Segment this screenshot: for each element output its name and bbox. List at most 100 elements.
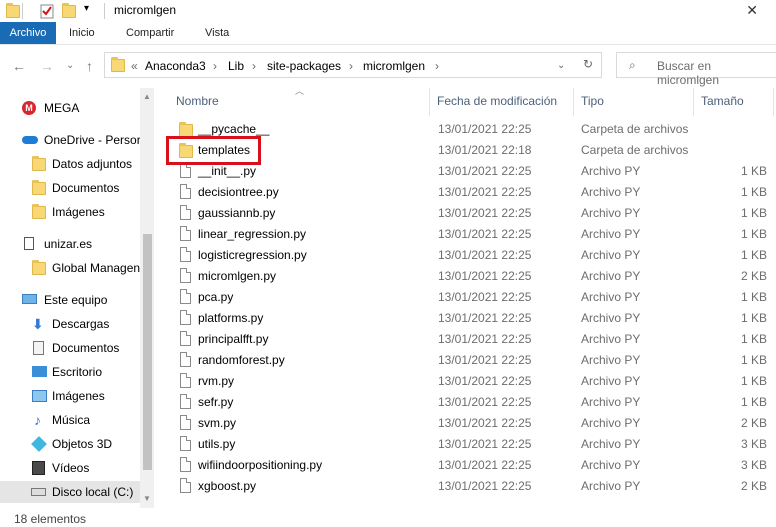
nav-label: Escritorio (52, 365, 103, 379)
table-row[interactable]: svm.py 13/01/2021 22:25 Archivo PY 2 KB (163, 413, 776, 434)
status-item-count: 18 elementos (14, 512, 87, 526)
video-icon (32, 461, 45, 475)
file-name: __pycache__ (198, 122, 270, 136)
nav-item-documentos[interactable]: Documentos (0, 177, 140, 199)
tab-compartir[interactable]: Compartir (126, 22, 174, 44)
nav-label: Global Managen (52, 261, 140, 275)
back-arrow-icon[interactable]: ← (12, 58, 26, 74)
nav-item-objetos-3d[interactable]: Objetos 3D (0, 433, 140, 455)
nav-item-descargas[interactable]: ⬇ Descargas (0, 313, 140, 335)
nav-scrollbar-thumb[interactable] (143, 234, 152, 470)
table-row[interactable]: xgboost.py 13/01/2021 22:25 Archivo PY 2 KB (163, 476, 776, 497)
nav-item-mega[interactable]: M MEGA (0, 97, 140, 119)
forward-arrow-icon[interactable]: → (40, 58, 54, 74)
refresh-icon[interactable]: ↻ (583, 57, 593, 71)
chevron-right-icon[interactable]: › (252, 59, 256, 73)
table-row[interactable]: sefr.py 13/01/2021 22:25 Archivo PY 1 KB (163, 392, 776, 413)
nav-item-videos[interactable]: Vídeos (0, 457, 140, 479)
column-header-size[interactable]: Tamaño (701, 94, 744, 108)
nav-item-musica[interactable]: ♪ Música (0, 409, 140, 431)
table-row[interactable]: platforms.py 13/01/2021 22:25 Archivo PY 1 … (163, 308, 776, 329)
tab-inicio[interactable]: Inicio (69, 22, 95, 44)
close-icon[interactable]: ✕ (746, 2, 758, 19)
file-date: 13/01/2021 22:25 (438, 374, 532, 388)
overflow-icon[interactable]: « (131, 59, 138, 73)
nav-item-documentos-pc[interactable]: Documentos (0, 337, 140, 359)
nav-item-imagenes-pc[interactable]: Imágenes (0, 385, 140, 407)
file-size: 3 KB (740, 458, 767, 472)
file-icon (180, 205, 191, 220)
nav-item-imagenes[interactable]: Imágenes (0, 201, 140, 223)
file-type: Archivo PY (581, 206, 641, 220)
chevron-right-icon[interactable]: › (349, 59, 353, 73)
file-type: Archivo PY (581, 269, 641, 283)
nav-item-disco-local[interactable]: Disco local (C:) (0, 481, 140, 503)
file-type: Archivo PY (581, 437, 641, 451)
column-header-type[interactable]: Tipo (581, 94, 604, 108)
table-row[interactable]: principalfft.py 13/01/2021 22:25 Archivo P… (163, 329, 776, 350)
nav-item-unizar[interactable]: unizar.es (0, 233, 140, 255)
download-icon: ⬇ (32, 316, 44, 332)
file-icon (180, 289, 191, 304)
file-name: logisticregression.py (198, 248, 307, 262)
breadcrumb-anaconda3[interactable]: Anaconda3 (145, 59, 206, 73)
column-divider[interactable] (429, 88, 430, 116)
column-header-date[interactable]: Fecha de modificación (437, 94, 557, 108)
file-type: Archivo PY (581, 185, 641, 199)
table-row[interactable]: rvm.py 13/01/2021 22:25 Archivo PY 1 KB (163, 371, 776, 392)
file-size: 2 KB (740, 479, 767, 493)
search-box[interactable]: ⌕ Buscar en micromlgen (616, 52, 776, 87)
scroll-down-icon[interactable]: ▼ (143, 494, 151, 503)
column-divider[interactable] (573, 88, 574, 116)
breadcrumb-lib[interactable]: Lib (228, 59, 244, 73)
file-type: Archivo PY (581, 374, 641, 388)
table-row[interactable]: pca.py 13/01/2021 22:25 Archivo PY 1 KB (163, 287, 776, 308)
file-name: sefr.py (198, 395, 234, 409)
table-row[interactable]: wifiindoorpositioning.py 13/01/2021 22:25… (163, 455, 776, 476)
nav-item-datos-adjuntos[interactable]: Datos adjuntos (0, 153, 140, 175)
nav-label: Datos adjuntos (52, 157, 133, 171)
nav-item-global-management[interactable]: Global Managen (0, 257, 140, 279)
table-row[interactable]: utils.py 13/01/2021 22:25 Archivo PY 3 KB (163, 434, 776, 455)
column-divider[interactable] (693, 88, 694, 116)
table-row[interactable]: decisiontree.py 13/01/2021 22:25 Archivo P… (163, 182, 776, 203)
new-folder-icon[interactable] (60, 3, 76, 19)
nav-item-onedrive[interactable]: OneDrive - Persor (0, 129, 140, 151)
file-type: Archivo PY (581, 248, 641, 262)
folder-icon (32, 260, 46, 275)
table-row[interactable]: logisticregression.py 13/01/2021 22:25 Arc… (163, 245, 776, 266)
tab-vista[interactable]: Vista (205, 22, 229, 44)
file-icon (180, 226, 191, 241)
nav-label: Música (52, 413, 91, 427)
chevron-down-icon[interactable]: ⌄ (557, 60, 565, 71)
file-name: micromlgen.py (198, 269, 277, 283)
breadcrumb-site-packages[interactable]: site-packages (267, 59, 341, 73)
properties-icon[interactable] (40, 3, 54, 19)
file-icon (180, 331, 191, 346)
breadcrumb-micromlgen[interactable]: micromlgen (363, 59, 425, 73)
building-icon (24, 237, 34, 250)
scroll-up-icon[interactable]: ▲ (143, 92, 151, 101)
table-row[interactable]: gaussiannb.py 13/01/2021 22:25 Archivo PY 1… (163, 203, 776, 224)
folder-icon (32, 204, 46, 219)
file-icon (180, 352, 191, 367)
chevron-right-icon[interactable]: › (213, 59, 217, 73)
nav-label: OneDrive - Persor (44, 133, 140, 147)
column-divider[interactable] (773, 88, 774, 116)
table-row[interactable]: randomforest.py 13/01/2021 22:25 Archivo P… (163, 350, 776, 371)
table-row[interactable]: linear_regression.py 13/01/2021 22:25 Arch… (163, 224, 776, 245)
file-size: 1 KB (740, 395, 767, 409)
nav-item-este-equipo[interactable]: Este equipo (0, 289, 140, 311)
column-header-name[interactable]: Nombre (176, 94, 219, 108)
tab-archivo[interactable]: Archivo (0, 22, 56, 44)
file-size: 1 KB (740, 248, 767, 262)
chevron-down-icon[interactable]: ▾ (84, 3, 96, 19)
file-icon (180, 247, 191, 262)
table-row[interactable]: micromlgen.py 13/01/2021 22:25 Archivo PY 2… (163, 266, 776, 287)
nav-item-escritorio[interactable]: Escritorio (0, 361, 140, 383)
recent-chevron-icon[interactable]: ⌄ (66, 60, 74, 71)
chevron-right-icon[interactable]: › (435, 59, 439, 73)
up-arrow-icon[interactable]: ↑ (86, 58, 93, 74)
file-size: 1 KB (740, 374, 767, 388)
address-bar[interactable]: « Anaconda3 › Lib › site-packages › micr… (104, 52, 602, 78)
